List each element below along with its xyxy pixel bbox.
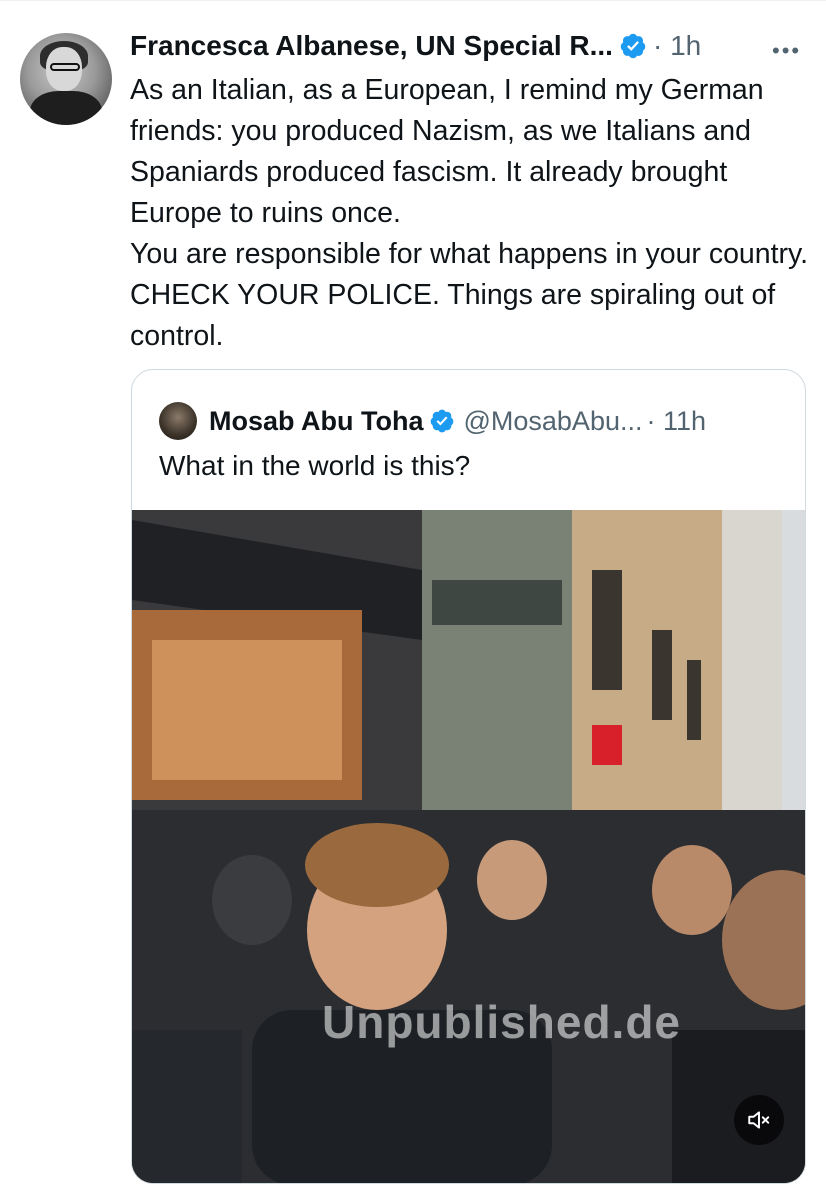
video-frame [132,510,805,1183]
author-avatar[interactable] [20,33,112,125]
more-options-icon[interactable]: ••• [772,38,801,64]
mute-button[interactable] [734,1095,784,1145]
quoted-tweet-time[interactable]: 11h [663,406,706,436]
author-name[interactable]: Francesca Albanese, UN Special R... [130,30,613,62]
tweet-text: As an Italian, as a European, I remind m… [130,70,810,357]
tweet-paragraph-1: As an Italian, as a European, I remind m… [130,74,764,229]
tweet-time[interactable]: 1h [670,30,701,61]
video-player[interactable]: Unpublished.de [132,510,805,1183]
verified-badge-icon [431,409,454,433]
verified-badge-icon [620,33,646,59]
video-watermark: Unpublished.de [322,996,681,1048]
tweet-timestamp[interactable]: · 1h [653,30,701,62]
quoted-author-handle[interactable]: @MosabAbu... [463,406,642,437]
top-divider [0,0,826,1]
tweet-paragraph-2: You are responsible for what happens in … [130,238,809,352]
quoted-tweet-header: Mosab Abu Toha @MosabAbu... · 11h [159,402,706,440]
quoted-tweet-text: What in the world is this? [159,450,471,481]
speaker-muted-icon [748,1111,770,1129]
quoted-author-avatar[interactable] [159,402,197,440]
quoted-tweet-timestamp[interactable]: · 11h [646,406,706,437]
quoted-tweet-card[interactable]: Mosab Abu Toha @MosabAbu... · 11h What i… [131,369,806,1184]
quoted-author-name[interactable]: Mosab Abu Toha [209,406,423,437]
tweet-header: Francesca Albanese, UN Special R... · 1h [130,26,701,66]
